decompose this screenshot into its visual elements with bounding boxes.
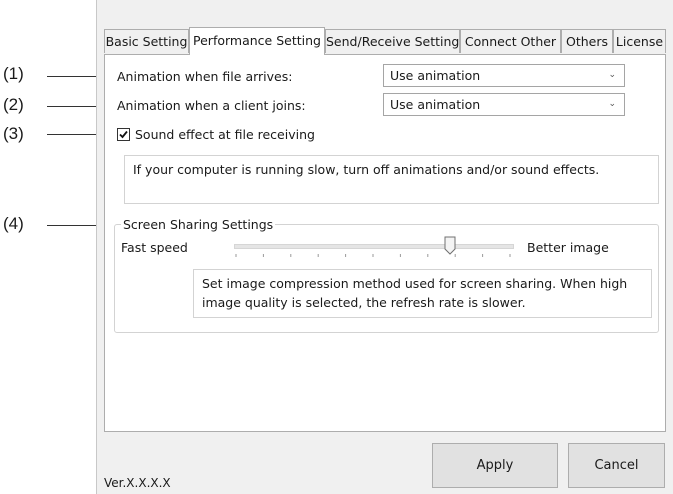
slider-thumb-icon[interactable] <box>444 236 456 255</box>
tab-send-receive-setting[interactable]: Send/Receive Setting <box>325 29 460 53</box>
chevron-down-icon: ⌄ <box>608 70 616 80</box>
screen-sharing-note: Set image compression method used for sc… <box>193 269 652 318</box>
tab-performance-setting[interactable]: Performance Setting <box>189 27 325 55</box>
version-label: Ver.X.X.X.X <box>104 476 171 490</box>
slider-track <box>234 244 514 249</box>
tab-connect-other[interactable]: Connect Other <box>460 29 561 53</box>
apply-button[interactable]: Apply <box>432 443 558 488</box>
client-joins-label: Animation when a client joins: <box>117 98 306 113</box>
tab-license[interactable]: License <box>613 29 666 53</box>
file-arrives-label: Animation when file arrives: <box>117 69 293 84</box>
chevron-down-icon: ⌄ <box>608 99 616 109</box>
sound-effect-checkbox[interactable] <box>117 128 130 141</box>
cancel-button[interactable]: Cancel <box>568 443 665 488</box>
fast-speed-label: Fast speed <box>121 240 188 255</box>
screen-sharing-title: Screen Sharing Settings <box>121 217 276 232</box>
file-arrives-value: Use animation <box>390 68 481 83</box>
tab-basic-setting[interactable]: Basic Setting <box>104 29 189 53</box>
client-joins-value: Use animation <box>390 97 481 112</box>
slider-ticks <box>235 254 511 257</box>
client-joins-select[interactable]: Use animation ⌄ <box>383 93 625 116</box>
callout-1: (1) <box>3 64 24 83</box>
better-image-label: Better image <box>527 240 609 255</box>
check-icon <box>119 130 128 139</box>
callout-4: (4) <box>3 214 24 233</box>
sound-effect-label: Sound effect at file receiving <box>135 127 315 142</box>
callout-2: (2) <box>3 95 24 114</box>
tab-others[interactable]: Others <box>561 29 613 53</box>
file-arrives-select[interactable]: Use animation ⌄ <box>383 64 625 87</box>
performance-note: If your computer is running slow, turn o… <box>124 155 659 204</box>
image-quality-slider[interactable] <box>230 236 516 262</box>
callout-3: (3) <box>3 124 24 143</box>
